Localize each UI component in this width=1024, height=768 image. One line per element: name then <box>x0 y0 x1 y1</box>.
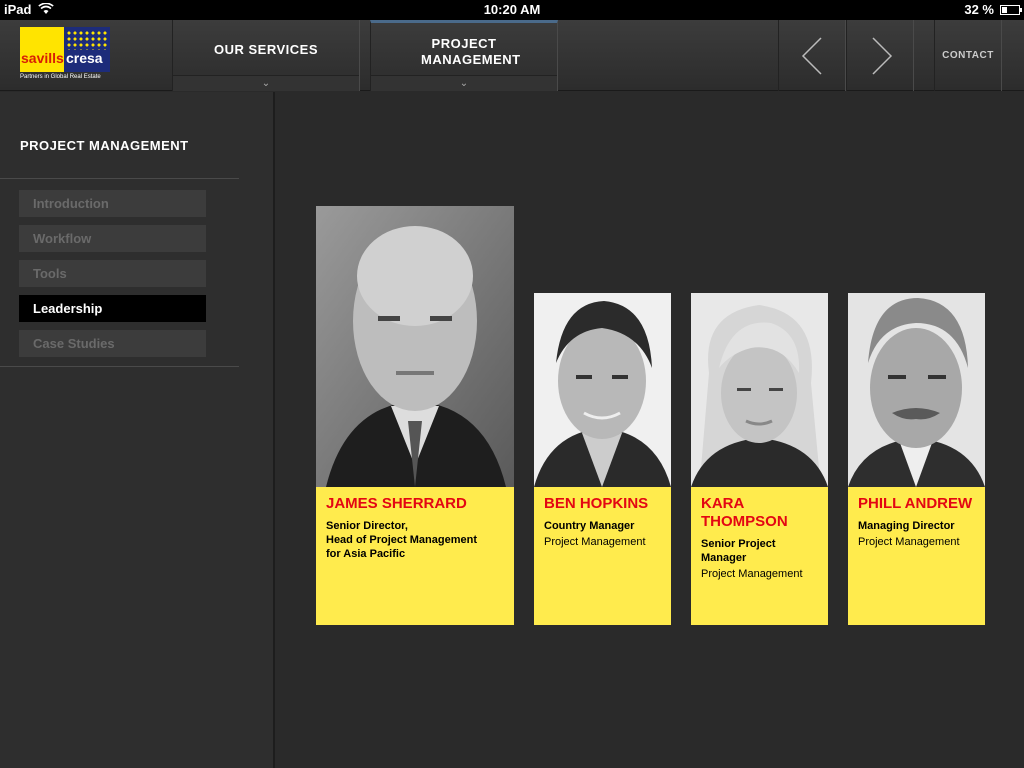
logo-tagline: Partners in Global Real Estate <box>20 74 101 80</box>
sidebar-heading: PROJECT MANAGEMENT <box>20 138 189 153</box>
sidebar-divider <box>0 366 239 367</box>
sidebar-item-introduction[interactable]: Introduction <box>19 190 206 217</box>
person-name: PHILL ANDREW <box>858 495 973 512</box>
nav-project-management-label: PROJECT MANAGEMENT <box>421 36 521 67</box>
nav-project-management[interactable]: PROJECT MANAGEMENT ⌄ <box>370 20 558 91</box>
person-department: Project Management <box>858 536 960 548</box>
next-button[interactable] <box>846 20 914 91</box>
person-photo <box>316 206 514 487</box>
person-department: Project Management <box>544 536 646 548</box>
previous-button[interactable] <box>778 20 846 91</box>
top-nav: savills cresa Partners in Global Real Es… <box>0 20 1024 91</box>
clock: 10:20 AM <box>483 2 541 17</box>
sidebar-item-case-studies[interactable]: Case Studies <box>19 330 206 357</box>
person-photo <box>691 293 828 487</box>
person-card-ben-hopkins[interactable]: BEN HOPKINS Country Manager Project Mana… <box>534 293 671 625</box>
person-card-james-sherrard[interactable]: JAMES SHERRARD Senior Director, Head of … <box>316 206 514 625</box>
chevron-down-icon: ⌄ <box>261 78 271 89</box>
savills-cresa-logo[interactable]: savills cresa Partners in Global Real Es… <box>20 27 110 83</box>
person-info: BEN HOPKINS Country Manager Project Mana… <box>534 487 671 625</box>
person-role: Senior Director, Head of Project Managem… <box>326 520 477 560</box>
person-name: BEN HOPKINS <box>544 495 649 512</box>
person-info: KARA THOMPSON Senior Project Manager Pro… <box>691 487 828 625</box>
nav-our-services-label: OUR SERVICES <box>213 42 318 57</box>
person-info: JAMES SHERRARD Senior Director, Head of … <box>316 487 514 625</box>
sidebar-item-workflow[interactable]: Workflow <box>19 225 206 252</box>
wifi-icon <box>38 2 54 18</box>
sidebar: PROJECT MANAGEMENT Introduction Workflow… <box>0 92 275 768</box>
nav-our-services[interactable]: OUR SERVICES ⌄ <box>172 20 360 91</box>
status-bar: iPad 10:20 AM 32 % <box>0 0 1024 20</box>
logo-word-cresa: cresa <box>66 50 103 66</box>
person-card-phill-andrew[interactable]: PHILL ANDREW Managing Director Project M… <box>848 293 985 625</box>
contact-button[interactable]: CONTACT <box>934 20 1002 91</box>
sidebar-divider <box>0 178 239 179</box>
person-role: Country Manager <box>544 520 635 532</box>
sidebar-item-tools[interactable]: Tools <box>19 260 206 287</box>
device-name: iPad <box>4 2 32 17</box>
logo-word-savills: savills <box>21 50 64 66</box>
person-info: PHILL ANDREW Managing Director Project M… <box>848 487 985 625</box>
chevron-left-icon <box>801 37 822 75</box>
battery-icon <box>1000 5 1022 15</box>
person-name: KARA THOMPSON <box>701 495 788 530</box>
battery-percent: 32 % <box>964 2 994 17</box>
sidebar-item-leadership[interactable]: Leadership <box>19 295 206 322</box>
person-role: Senior Project Manager <box>701 538 776 564</box>
person-photo <box>848 293 985 487</box>
chevron-down-icon: ⌄ <box>459 78 469 89</box>
person-card-kara-thompson[interactable]: KARA THOMPSON Senior Project Manager Pro… <box>691 293 828 625</box>
person-name: JAMES SHERRARD <box>326 495 467 512</box>
person-department: Project Management <box>701 568 803 580</box>
person-role: Managing Director <box>858 520 955 532</box>
chevron-right-icon <box>872 37 893 75</box>
person-photo <box>534 293 671 487</box>
